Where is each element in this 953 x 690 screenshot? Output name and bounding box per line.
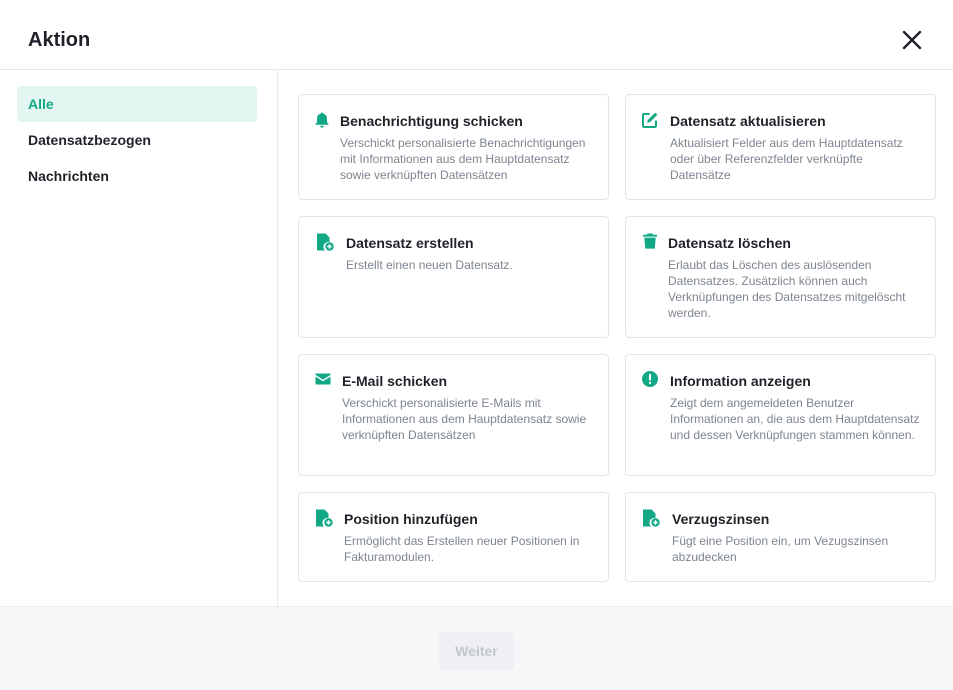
sidebar-item-datensatzbezogen[interactable]: Datensatzbezogen — [17, 122, 257, 158]
action-card-title: Datensatz erstellen — [346, 235, 474, 251]
action-card-information[interactable]: Information anzeigen Zeigt dem angemelde… — [625, 354, 936, 476]
action-card-title: Datensatz aktualisieren — [670, 113, 826, 129]
trash-icon — [643, 233, 657, 249]
action-card-title: Datensatz löschen — [668, 235, 791, 251]
action-card-verzugszinsen[interactable]: Verzugszinsen Fügt eine Position ein, um… — [625, 492, 936, 582]
mail-icon — [315, 373, 331, 385]
next-button[interactable]: Weiter — [439, 632, 514, 670]
bell-icon — [315, 112, 329, 128]
action-card-aktualisieren[interactable]: Datensatz aktualisieren Aktualisiert Fel… — [625, 94, 936, 200]
dialog-title: Aktion — [28, 29, 91, 51]
file-add-icon — [317, 233, 334, 251]
action-card-position[interactable]: Position hinzufügen Ermöglicht das Erste… — [298, 492, 609, 582]
action-card-description: Zeigt dem angemeldeten Benutzer Informat… — [670, 396, 920, 442]
action-card-description: Ermöglicht das Erstellen neuer Positione… — [344, 534, 580, 564]
action-card-loeschen[interactable]: Datensatz löschen Erlaubt das Löschen de… — [625, 216, 936, 338]
close-icon[interactable] — [898, 26, 926, 54]
action-card-description: Erlaubt das Löschen des auslösenden Date… — [668, 258, 906, 320]
action-card-erstellen[interactable]: Datensatz erstellen Erstellt einen neuen… — [298, 216, 609, 338]
action-card-description: Aktualisiert Felder aus dem Hauptdatensa… — [670, 136, 903, 182]
action-card-title: E-Mail schicken — [342, 373, 448, 389]
file-add-icon — [643, 509, 660, 527]
dialog-header: Aktion — [0, 0, 953, 70]
action-card-title: Verzugszinsen — [672, 511, 770, 527]
action-card-title: Information anzeigen — [670, 373, 811, 389]
sidebar: Alle Datensatzbezogen Nachrichten — [0, 70, 278, 606]
action-card-description: Verschickt personalisierte Benachrichtig… — [340, 136, 586, 182]
edit-icon — [642, 112, 658, 128]
action-card-description: Erstellt einen neuen Datensatz. — [346, 258, 513, 272]
sidebar-item-nachrichten[interactable]: Nachrichten — [17, 158, 257, 194]
action-card-description: Verschickt personalisierte E-Mails mit I… — [342, 396, 587, 442]
action-card-description: Fügt eine Position ein, um Vezugszinsen … — [672, 534, 889, 564]
action-card-benachrichtigung[interactable]: Benachrichtigung schicken Verschickt per… — [298, 94, 609, 200]
file-add-icon — [316, 509, 333, 527]
info-icon — [642, 371, 658, 387]
action-card-title: Benachrichtigung schicken — [340, 113, 523, 129]
dialog-footer: Weiter — [0, 606, 953, 690]
action-card-title: Position hinzufügen — [344, 511, 478, 527]
action-card-email[interactable]: E-Mail schicken Verschickt personalisier… — [298, 354, 609, 476]
sidebar-item-alle[interactable]: Alle — [17, 86, 257, 122]
